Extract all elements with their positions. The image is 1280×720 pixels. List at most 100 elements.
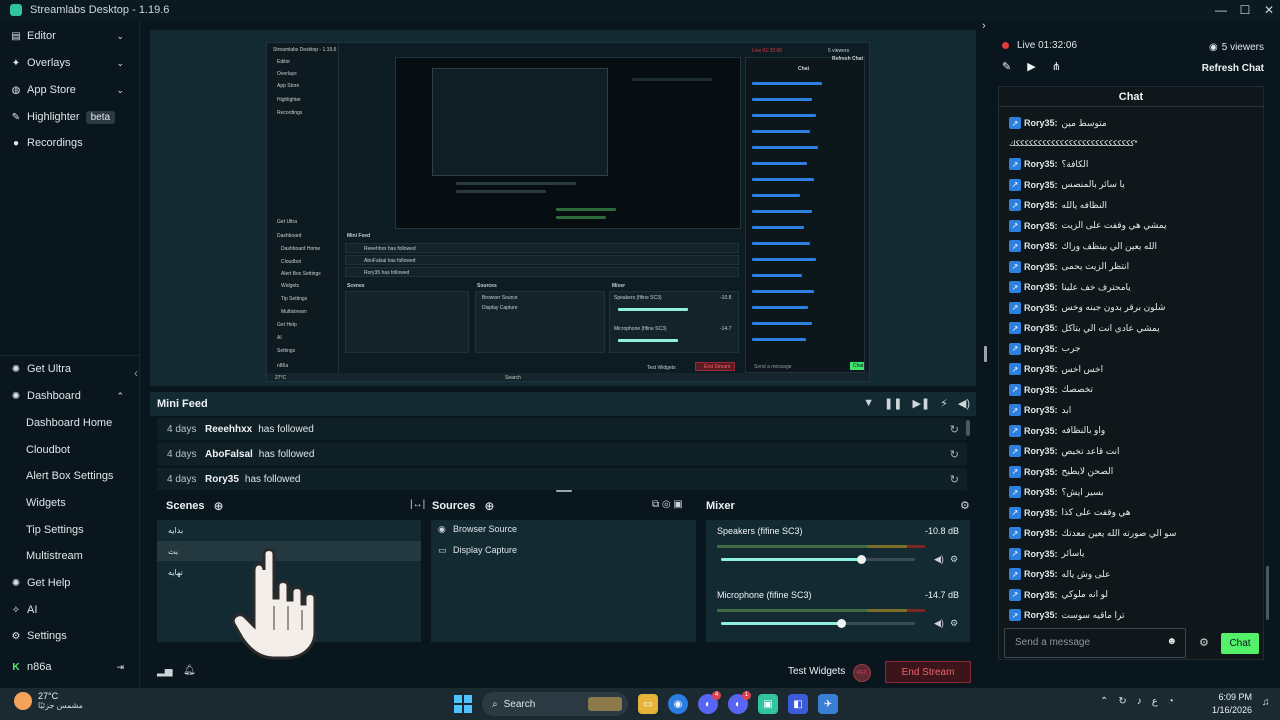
performance-icon[interactable]: ▂▅ (157, 666, 172, 677)
chat-username[interactable]: Rory35: (1024, 323, 1058, 333)
sidebar-item-app-store[interactable]: ◍ App Store ⌄ (0, 78, 140, 102)
logout-icon[interactable]: ⇥ (116, 662, 124, 673)
add-scene-icon[interactable]: ⊕ (214, 499, 224, 513)
resize-handle[interactable] (556, 490, 572, 492)
network-icon[interactable]: ◔ (1168, 696, 1174, 707)
volume-icon[interactable]: ◀) (958, 397, 970, 410)
refresh-chat-button[interactable]: Refresh Chat (1202, 63, 1264, 74)
file-explorer-icon[interactable]: ▭ (638, 694, 658, 714)
record-button[interactable]: REC (853, 664, 871, 682)
source-item[interactable]: ▭ Display Capture (438, 540, 517, 560)
chat-username[interactable]: Rory35: (1024, 508, 1058, 518)
mixer-settings-icon[interactable]: ⚙ (960, 499, 970, 512)
scene-item[interactable]: بدايه (157, 520, 421, 540)
add-source-icon[interactable]: ⊕ (484, 499, 494, 513)
sidebar-item-dashboard-home[interactable]: Dashboard Home (0, 411, 140, 435)
close-button[interactable]: ✕ (1258, 0, 1280, 20)
clip-icon[interactable]: ▶ (1027, 60, 1035, 73)
chat-username[interactable]: Rory35: (1024, 200, 1058, 210)
stream-preview[interactable]: Streamlabs Desktop - 1.19.6 Editor Overl… (150, 30, 976, 386)
sidebar-item-recordings[interactable]: ● Recordings (0, 131, 140, 155)
share-icon[interactable]: ⋔ (1052, 60, 1061, 73)
dock-resize-handle[interactable] (984, 346, 987, 362)
sidebar-item-ai[interactable]: ✧ AI (0, 598, 140, 622)
chat-username[interactable]: Rory35: (1024, 344, 1058, 354)
channel-settings-icon[interactable]: ⚙ (950, 554, 958, 565)
chat-username[interactable]: Rory35: (1024, 385, 1058, 395)
sidebar-item-editor[interactable]: ▤ Editor ⌄ (0, 24, 140, 48)
pause-icon[interactable]: ❚❚ (884, 397, 902, 410)
chrome-icon[interactable]: ◉ (668, 694, 688, 714)
chat-username[interactable]: Rory35: (1024, 467, 1058, 477)
channel-settings-icon[interactable]: ⚙ (950, 618, 958, 629)
sidebar-user[interactable]: K n86a ⇥ (0, 655, 140, 679)
chat-username[interactable]: Rory35: (1024, 241, 1058, 251)
speaker-icon[interactable]: ◀) (934, 554, 944, 565)
chat-username[interactable]: Rory35: (1024, 221, 1058, 231)
scene-transitions-icon[interactable]: |↔| (410, 499, 425, 510)
chat-input[interactable] (1015, 637, 1155, 648)
chat-input-box[interactable]: ☻ (1004, 628, 1186, 658)
sidebar-item-alert-box-settings[interactable]: Alert Box Settings (0, 464, 140, 488)
maximize-button[interactable]: ☐ (1234, 0, 1256, 20)
source-tools-icons[interactable]: ⧉ ◎ ▣ (652, 499, 683, 510)
chat-username[interactable]: Rory35: (1024, 405, 1058, 415)
tray-chevron-icon[interactable]: ⌃ (1100, 696, 1108, 707)
weather-widget[interactable]: 27°C مشمس جزئيًا (14, 691, 83, 710)
app-2-icon[interactable]: ✈ (818, 694, 838, 714)
chat-username[interactable]: Rory35: (1024, 159, 1058, 169)
mixer-volume-slider[interactable] (721, 619, 915, 628)
filter-icon[interactable]: ▼ (863, 397, 874, 410)
chat-username[interactable]: Rory35: (1024, 364, 1058, 374)
chat-username[interactable]: Rory35: (1024, 487, 1058, 497)
chat-username[interactable]: Rory35: (1024, 446, 1058, 456)
expand-dock-icon[interactable]: › (982, 20, 986, 32)
send-chat-button[interactable]: Chat (1221, 633, 1259, 654)
chat-username[interactable]: Rory35: (1024, 118, 1058, 128)
chat-username[interactable]: Rory35: (1024, 426, 1058, 436)
mixer-volume-knob[interactable] (837, 619, 847, 628)
mixer-volume-slider[interactable] (721, 555, 915, 564)
notification-bell-icon[interactable]: ♫ (1262, 697, 1270, 708)
repeat-alert-icon[interactable]: ↻ (950, 448, 959, 461)
source-item[interactable]: ◉ Browser Source (438, 519, 517, 539)
mute-alerts-icon[interactable]: ⚡ (940, 397, 948, 410)
chat-settings-icon[interactable]: ⚙ (1199, 636, 1209, 649)
app-icon[interactable]: ◧ (788, 694, 808, 714)
chat-username[interactable]: Rory35: (1024, 590, 1058, 600)
taskbar-search[interactable]: ⌕ Search (482, 692, 628, 716)
chat-username[interactable]: Rory35: (1024, 569, 1058, 579)
chat-scrollbar[interactable] (1266, 566, 1269, 620)
chat-username[interactable]: Rory35: (1024, 528, 1058, 538)
skip-icon[interactable]: ▶❚ (912, 397, 930, 410)
emoji-icon[interactable]: ☻ (1166, 636, 1177, 647)
chat-username[interactable]: Rory35: (1024, 303, 1058, 313)
sidebar-item-settings[interactable]: ⚙ Settings (0, 624, 140, 648)
preview-canvas[interactable]: Streamlabs Desktop - 1.19.6 Editor Overl… (266, 42, 870, 382)
microphone-icon[interactable]: ♪ (1137, 696, 1142, 707)
tray-app-icon[interactable]: ↻ (1118, 696, 1126, 707)
sidebar-item-widgets[interactable]: Widgets (0, 491, 140, 515)
sidebar-item-cloudbot[interactable]: Cloudbot (0, 438, 140, 462)
discord-2-icon[interactable]: ◐ 1 (728, 691, 751, 714)
test-widgets-button[interactable]: Test Widgets (788, 666, 845, 677)
keyboard-language[interactable]: ع (1152, 696, 1158, 707)
sidebar-item-overlays[interactable]: ✦ Overlays ⌄ (0, 51, 140, 75)
repeat-alert-icon[interactable]: ↻ (950, 473, 959, 486)
sidebar-item-dashboard[interactable]: ✺ Dashboard ⌃ (0, 384, 140, 408)
mini-feed-scrollbar[interactable] (966, 420, 970, 436)
chat-username[interactable]: Rory35: (1024, 282, 1058, 292)
speaker-icon[interactable]: ◀) (934, 618, 944, 629)
discord-icon[interactable]: ◐ 4 (698, 691, 721, 714)
notifications-icon[interactable]: 🔔︎ (183, 665, 196, 676)
sidebar-item-get-help[interactable]: ✺ Get Help (0, 571, 140, 595)
end-stream-button[interactable]: End Stream (885, 661, 971, 683)
sidebar-item-highlighter[interactable]: ✎ Highlighter beta (0, 105, 140, 129)
chat-username[interactable]: Rory35: (1024, 180, 1058, 190)
streamlabs-taskbar-icon[interactable]: ▣ (758, 694, 778, 714)
sidebar-item-get-ultra[interactable]: ✺ Get Ultra (0, 357, 140, 381)
sidebar-item-multistream[interactable]: Multistream (0, 544, 140, 568)
edit-stream-icon[interactable]: ✎ (1002, 60, 1011, 73)
repeat-alert-icon[interactable]: ↻ (950, 423, 959, 436)
sidebar-item-tip-settings[interactable]: Tip Settings (0, 518, 140, 542)
